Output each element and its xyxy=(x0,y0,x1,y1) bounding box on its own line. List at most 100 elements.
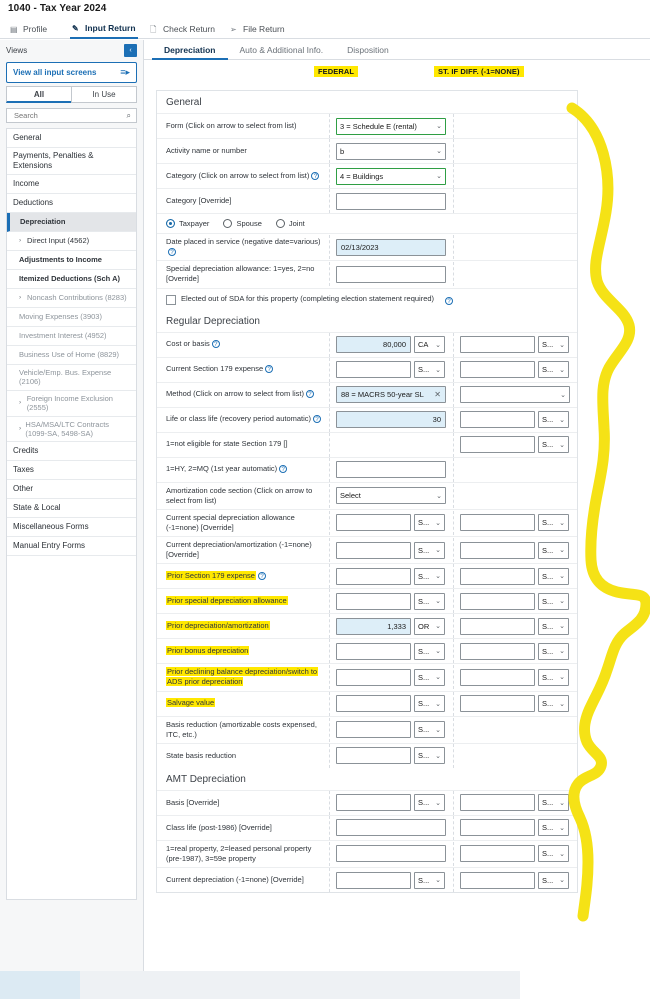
sidebar-item-itemized-deductions-sch-a[interactable]: Itemized Deductions (Sch A) xyxy=(7,270,136,289)
prior-declining-balance-depreciation-switch-to-a-fed-unit-dropdown[interactable]: S... ⌄ xyxy=(414,668,445,686)
basis-reduction-amortizable-costs-expensed-itc-e-fed-input[interactable] xyxy=(336,721,411,739)
prior-depreciation-amortization-st-input[interactable] xyxy=(460,617,535,635)
current-depreciation-1-none-override-fed-input[interactable] xyxy=(336,871,411,889)
current-section-179-expense-st-unit-dropdown[interactable]: S... ⌄ xyxy=(538,361,569,378)
1-not-eligible-for-state-section-179-st-unit-dropdown[interactable]: S... ⌄ xyxy=(538,436,569,453)
current-depreciation-amortization-1-none-overrid-fed-input[interactable] xyxy=(336,541,411,559)
activity-name-or-number-fed-dropdown[interactable]: b ⌄ xyxy=(336,142,446,160)
sidebar-item-miscellaneous-forms[interactable]: Miscellaneous Forms xyxy=(7,518,136,538)
topnav-item-profile[interactable]: ▤ Profile xyxy=(8,19,49,39)
current-special-depreciation-allowance-1-none-ov-st-unit-dropdown[interactable]: S... ⌄ xyxy=(538,514,569,532)
sidebar-item-vehicle-emp-bus-expense-2106[interactable]: Vehicle/Emp. Bus. Expense (2106) xyxy=(7,365,136,391)
help-icon[interactable]: ? xyxy=(279,465,288,474)
class-life-post-1986-override-fed-input[interactable] xyxy=(336,819,446,837)
chevron-right-icon[interactable]: › xyxy=(19,399,24,407)
sidebar-item-investment-interest-4952[interactable]: Investment Interest (4952) xyxy=(7,327,136,346)
sidebar-item-state-local[interactable]: State & Local xyxy=(7,499,136,519)
search-input[interactable] xyxy=(12,110,127,121)
prior-section-179-expense-st-unit-dropdown[interactable]: S... ⌄ xyxy=(538,567,569,585)
view-all-input-screens-button[interactable]: View all input screens ≡▸ xyxy=(6,62,137,83)
sidebar-item-foreign-income-exclusion-2555[interactable]: › Foreign Income Exclusion (2555) xyxy=(7,391,136,417)
tab-auto-additional-info[interactable]: Auto & Additional Info. xyxy=(228,40,336,60)
basis-override-st-input[interactable] xyxy=(460,794,535,812)
cost-or-basis-fed-unit-dropdown[interactable]: CA ⌄ xyxy=(414,336,445,353)
filter-in-use[interactable]: In Use xyxy=(71,86,137,103)
current-depreciation-1-none-override-st-unit-dropdown[interactable]: S... ⌄ xyxy=(538,871,569,889)
cost-or-basis-st-unit-dropdown[interactable]: S... ⌄ xyxy=(538,336,569,353)
cost-or-basis-st-input[interactable] xyxy=(460,336,535,353)
prior-declining-balance-depreciation-switch-to-a-st-input[interactable] xyxy=(460,668,535,686)
method-click-on-arrow-to-select-from-list-fed-tag-field[interactable]: 88 = MACRS 50-year SL ✕ xyxy=(336,386,446,403)
tab-depreciation[interactable]: Depreciation xyxy=(152,40,228,60)
sidebar-item-income[interactable]: Income xyxy=(7,175,136,194)
current-section-179-expense-st-input[interactable] xyxy=(460,361,535,378)
sidebar-item-hsa-msa-ltc-contracts-1099-sa-5498-sa[interactable]: › HSA/MSA/LTC Contracts (1099-SA, 5498-SA… xyxy=(7,417,136,443)
current-section-179-expense-fed-unit-dropdown[interactable]: S... ⌄ xyxy=(414,361,445,378)
elected-out-of-sda-checkbox[interactable] xyxy=(166,294,176,305)
class-life-post-1986-override-st-unit-dropdown[interactable]: S... ⌄ xyxy=(538,819,569,837)
sidebar-item-depreciation[interactable]: Depreciation xyxy=(7,213,136,232)
1-not-eligible-for-state-section-179-st-input[interactable] xyxy=(460,436,535,453)
sidebar-item-manual-entry-forms[interactable]: Manual Entry Forms xyxy=(7,537,136,557)
1-hy-2-mq-1st-year-automatic-fed-input[interactable] xyxy=(336,461,446,478)
help-icon[interactable]: ? xyxy=(211,340,220,349)
life-or-class-life-recovery-period-automatic-fed-input[interactable]: 30 xyxy=(336,411,446,428)
clear-icon[interactable]: ✕ xyxy=(434,390,441,399)
prior-bonus-depreciation-fed-input[interactable] xyxy=(336,642,411,660)
salvage-value-fed-unit-dropdown[interactable]: S... ⌄ xyxy=(414,695,445,712)
sidebar-item-payments-penalties-extensions[interactable]: Payments, Penalties & Extensions xyxy=(7,148,136,175)
help-icon[interactable]: ? xyxy=(265,365,274,374)
topnav-item-input-return[interactable]: ✎ Input Return xyxy=(70,19,138,39)
category-override-fed-input[interactable] xyxy=(336,192,446,210)
basis-override-fed-input[interactable] xyxy=(336,794,411,812)
sidebar-item-general[interactable]: General xyxy=(7,129,136,148)
basis-reduction-amortizable-costs-expensed-itc-e-fed-unit-dropdown[interactable]: S... ⌄ xyxy=(414,721,445,739)
help-icon[interactable]: ? xyxy=(313,415,322,424)
current-depreciation-1-none-override-st-input[interactable] xyxy=(460,871,535,889)
date-placed-in-service-negative-date-various-fed-input[interactable]: 02/13/2023 xyxy=(336,238,446,256)
prior-section-179-expense-fed-unit-dropdown[interactable]: S... ⌄ xyxy=(414,567,445,585)
help-icon[interactable]: ? xyxy=(305,390,314,399)
radio-taxpayer[interactable] xyxy=(166,219,175,228)
prior-depreciation-amortization-fed-input[interactable]: 1,333 xyxy=(336,617,411,635)
current-depreciation-amortization-1-none-overrid-fed-unit-dropdown[interactable]: S... ⌄ xyxy=(414,541,445,559)
prior-special-depreciation-allowance-fed-input[interactable] xyxy=(336,592,411,610)
special-depreciation-allowance-1-yes-2-no-overri-fed-input[interactable] xyxy=(336,265,446,283)
basis-override-fed-unit-dropdown[interactable]: S... ⌄ xyxy=(414,794,445,812)
sidebar-item-deductions[interactable]: Deductions xyxy=(7,194,136,213)
prior-special-depreciation-allowance-st-unit-dropdown[interactable]: S... ⌄ xyxy=(538,592,569,610)
chevron-right-icon[interactable]: › xyxy=(19,294,24,302)
prior-bonus-depreciation-st-unit-dropdown[interactable]: S... ⌄ xyxy=(538,642,569,660)
topnav-item-check-return[interactable]: 🗋 Check Return xyxy=(148,19,217,39)
salvage-value-fed-input[interactable] xyxy=(336,695,411,712)
class-life-post-1986-override-st-input[interactable] xyxy=(460,819,535,837)
cost-or-basis-fed-input[interactable]: 80,000 xyxy=(336,336,411,353)
sidebar-item-adjustments-to-income[interactable]: Adjustments to Income xyxy=(7,251,136,270)
prior-depreciation-amortization-st-unit-dropdown[interactable]: S... ⌄ xyxy=(538,617,569,635)
prior-bonus-depreciation-fed-unit-dropdown[interactable]: S... ⌄ xyxy=(414,642,445,660)
sidebar-item-other[interactable]: Other xyxy=(7,480,136,500)
current-special-depreciation-allowance-1-none-ov-fed-input[interactable] xyxy=(336,514,411,532)
salvage-value-st-unit-dropdown[interactable]: S... ⌄ xyxy=(538,695,569,712)
sidebar-item-taxes[interactable]: Taxes xyxy=(7,461,136,481)
1-real-property-2-leased-personal-property-pre-1-st-unit-dropdown[interactable]: S... ⌄ xyxy=(538,845,569,863)
life-or-class-life-recovery-period-automatic-st-input[interactable] xyxy=(460,411,535,428)
current-depreciation-1-none-override-fed-unit-dropdown[interactable]: S... ⌄ xyxy=(414,871,445,889)
tab-disposition[interactable]: Disposition xyxy=(335,40,401,60)
method-click-on-arrow-to-select-from-list-st-dropdown[interactable]: ⌄ xyxy=(460,386,570,403)
sidebar-item-moving-expenses-3903[interactable]: Moving Expenses (3903) xyxy=(7,308,136,327)
help-icon[interactable]: ? xyxy=(168,248,176,257)
prior-special-depreciation-allowance-st-input[interactable] xyxy=(460,592,535,610)
state-basis-reduction-fed-input[interactable] xyxy=(336,747,411,765)
amortization-code-section-click-on-arrow-to-sele-fed-dropdown[interactable]: Select ⌄ xyxy=(336,487,446,505)
help-icon[interactable]: ? xyxy=(257,572,266,581)
help-icon[interactable]: ? xyxy=(445,296,454,305)
current-depreciation-amortization-1-none-overrid-st-input[interactable] xyxy=(460,541,535,559)
search-box[interactable]: ⌕ xyxy=(6,108,137,123)
prior-declining-balance-depreciation-switch-to-a-st-unit-dropdown[interactable]: S... ⌄ xyxy=(538,668,569,686)
prior-special-depreciation-allowance-fed-unit-dropdown[interactable]: S... ⌄ xyxy=(414,592,445,610)
chevron-right-icon[interactable]: › xyxy=(19,237,24,245)
current-special-depreciation-allowance-1-none-ov-fed-unit-dropdown[interactable]: S... ⌄ xyxy=(414,514,445,532)
salvage-value-st-input[interactable] xyxy=(460,695,535,712)
form-click-on-arrow-to-select-from-list-fed-dropdown[interactable]: 3 = Schedule E (rental) ⌄ xyxy=(336,117,446,135)
